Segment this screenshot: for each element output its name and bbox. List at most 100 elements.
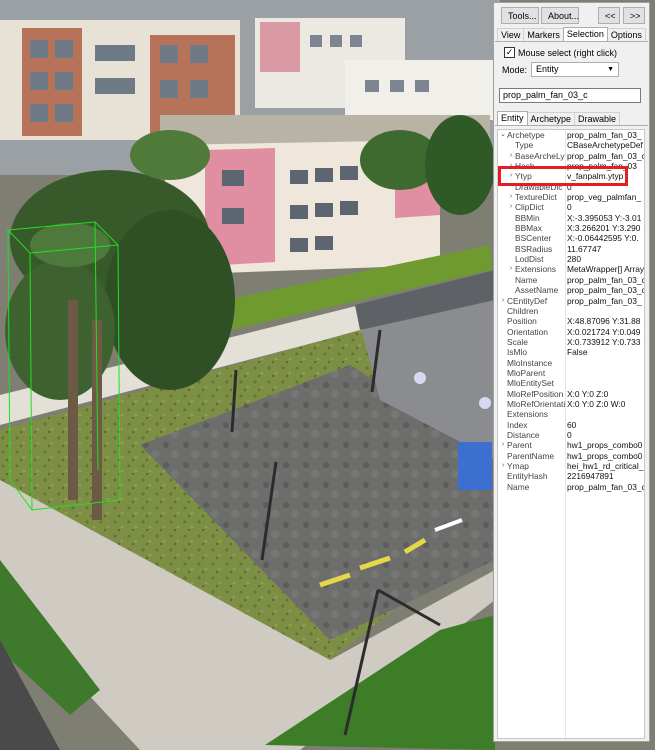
tab-view[interactable]: View xyxy=(497,28,525,42)
property-name: Type xyxy=(515,140,534,151)
property-row[interactable]: ParentName hw1_props_combo0 xyxy=(498,451,644,461)
property-value: 0 xyxy=(567,429,572,440)
property-row[interactable]: BBMin X:-3.395053 Y:-3.01 xyxy=(498,213,644,223)
expand-arrow-icon[interactable]: › xyxy=(507,151,515,161)
tools-button[interactable]: Tools... xyxy=(501,7,539,24)
property-name: Extensions xyxy=(507,409,548,420)
property-row[interactable]: MloInstance xyxy=(498,358,644,368)
expand-button[interactable]: >> xyxy=(623,7,645,24)
property-row[interactable]: › TextureDict prop_veg_palmfan_ xyxy=(498,192,644,202)
property-row[interactable]: Children xyxy=(498,306,644,316)
property-row[interactable]: MloParent xyxy=(498,368,644,378)
property-name: BSCenter xyxy=(515,233,552,244)
property-row[interactable]: ⌄ Archetype prop_palm_fan_03_ xyxy=(498,130,644,140)
property-row[interactable]: MloRefPosition X:0 Y:0 Z:0 xyxy=(498,389,644,399)
property-name: BBMax xyxy=(515,223,542,234)
ytyp-highlight-box xyxy=(498,166,628,186)
property-row[interactable]: Orientation X:0.021724 Y:0.049 xyxy=(498,327,644,337)
property-row[interactable]: › CEntityDef prop_palm_fan_03_ xyxy=(498,296,644,306)
property-name: TextureDict xyxy=(515,192,557,203)
property-name: Name xyxy=(515,274,538,285)
property-value: X:48.87096 Y:31.88 xyxy=(567,316,641,327)
property-name: Extensions xyxy=(515,264,556,275)
property-row[interactable]: AssetName prop_palm_fan_03_c xyxy=(498,285,644,295)
property-value: 280 xyxy=(567,254,581,265)
property-value: X:-3.395053 Y:-3.01 xyxy=(567,212,642,223)
tab-selection[interactable]: Selection xyxy=(562,27,608,42)
property-name: Name xyxy=(507,481,530,492)
property-row[interactable]: Index 60 xyxy=(498,420,644,430)
property-grid[interactable]: ⌄ Archetype prop_palm_fan_03_ Type CBaseArch… xyxy=(497,129,645,739)
expand-arrow-icon[interactable]: › xyxy=(507,202,515,212)
property-name: ClipDict xyxy=(515,202,544,213)
property-value: prop_palm_fan_03_c xyxy=(567,481,645,492)
property-value: X:3.266201 Y:3.290 xyxy=(567,223,641,234)
property-row[interactable]: Scale X:0.733912 Y:0.733 xyxy=(498,337,644,347)
mode-select[interactable]: Entity ▼ xyxy=(531,62,619,77)
expand-arrow-icon[interactable]: › xyxy=(499,296,507,306)
property-name: CEntityDef xyxy=(507,295,548,306)
property-value: hei_hw1_rd_critical_ xyxy=(567,461,644,471)
expand-arrow-icon[interactable]: › xyxy=(507,192,515,202)
property-value: prop_palm_fan_03_ xyxy=(567,130,642,140)
property-name: Archetype xyxy=(507,130,545,140)
property-row[interactable]: › Extensions MetaWrapper[] Array xyxy=(498,264,644,274)
property-name: MloInstance xyxy=(507,357,553,368)
property-row[interactable]: › Ymap hei_hw1_rd_critical_ xyxy=(498,461,644,471)
property-row[interactable]: Name prop_palm_fan_03_c xyxy=(498,275,644,285)
search-input[interactable]: prop_palm_fan_03_c xyxy=(499,88,641,103)
property-row[interactable]: IsMlo False xyxy=(498,347,644,357)
tab-drawable[interactable]: Drawable xyxy=(574,112,621,126)
phone-booth xyxy=(458,442,492,490)
property-name: LodDist xyxy=(515,254,544,265)
property-row[interactable]: EntityHash 2216947891 xyxy=(498,471,644,481)
mouse-select-checkbox[interactable]: ✓ xyxy=(504,47,515,58)
tab-archetype[interactable]: Archetype xyxy=(526,112,576,126)
property-row[interactable]: Position X:48.87096 Y:31.88 xyxy=(498,316,644,326)
property-value: prop_veg_palmfan_ xyxy=(567,192,642,203)
tab-markers[interactable]: Markers xyxy=(523,28,564,42)
property-value: X:0 Y:0 Z:0 W:0 xyxy=(567,398,626,409)
expand-arrow-icon[interactable]: ⌄ xyxy=(499,130,507,140)
property-row[interactable]: LodDist 280 xyxy=(498,254,644,264)
property-name: Parent xyxy=(507,440,532,451)
property-name: Index xyxy=(507,419,528,430)
expand-arrow-icon[interactable]: › xyxy=(499,461,507,471)
property-name: Distance xyxy=(507,429,540,440)
property-row[interactable]: Extensions xyxy=(498,409,644,419)
chevron-down-icon: ▼ xyxy=(607,66,614,73)
property-name: IsMlo xyxy=(507,347,528,358)
property-row[interactable]: BSCenter X:-0.06442595 Y:0. xyxy=(498,233,644,243)
property-row[interactable]: Type CBaseArchetypeDef xyxy=(498,140,644,150)
property-row[interactable]: BSRadius 11.67747 xyxy=(498,244,644,254)
subtab-divider xyxy=(495,125,648,126)
property-row[interactable]: › BaseArcheLy prop_palm_fan_03_c xyxy=(498,151,644,161)
collapse-button[interactable]: << xyxy=(598,7,620,24)
expand-arrow-icon[interactable]: › xyxy=(507,264,515,274)
property-name: MloRefOrientati xyxy=(507,398,565,409)
property-row[interactable]: MloRefOrientati X:0 Y:0 Z:0 W:0 xyxy=(498,399,644,409)
property-value: 0 xyxy=(567,202,572,213)
property-panel: Tools... About... << >> View Markers Sel… xyxy=(493,2,650,742)
property-name: BaseArcheLy xyxy=(515,150,565,161)
tab-entity[interactable]: Entity xyxy=(497,111,528,126)
property-value: 60 xyxy=(567,419,577,430)
property-row[interactable]: BBMax X:3.266201 Y:3.290 xyxy=(498,223,644,233)
property-value: X:0.021724 Y:0.049 xyxy=(567,326,641,337)
property-name: Scale xyxy=(507,336,528,347)
expand-arrow-icon[interactable]: › xyxy=(499,440,507,450)
property-value: MetaWrapper[] Array xyxy=(567,264,645,275)
property-name: ParentName xyxy=(507,450,555,461)
tab-options[interactable]: Options xyxy=(606,28,646,42)
property-value: prop_palm_fan_03_c xyxy=(567,150,645,161)
property-name: BSRadius xyxy=(515,243,553,254)
about-button[interactable]: About... xyxy=(541,7,579,24)
property-row[interactable]: MloEntitySet xyxy=(498,378,644,388)
property-row[interactable]: › ClipDict 0 xyxy=(498,202,644,212)
property-name: Children xyxy=(507,305,539,316)
property-name: AssetName xyxy=(515,285,559,296)
property-row[interactable]: › Parent hw1_props_combo0 xyxy=(498,440,644,450)
property-row[interactable]: Name prop_palm_fan_03_c xyxy=(498,482,644,492)
property-value: hw1_props_combo0 xyxy=(567,450,643,461)
property-row[interactable]: Distance 0 xyxy=(498,430,644,440)
